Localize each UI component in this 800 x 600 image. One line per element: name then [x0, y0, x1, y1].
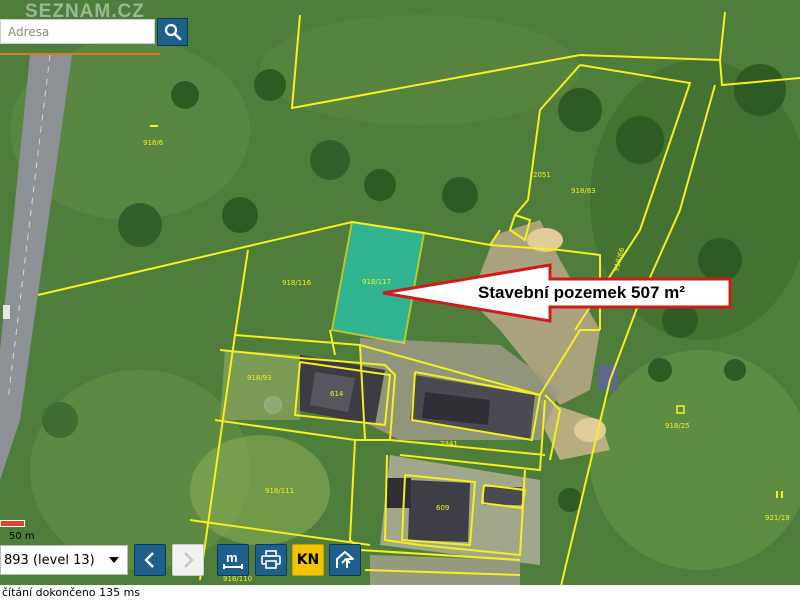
back-button[interactable] [134, 544, 166, 576]
parcel-label: 918/25 [665, 422, 690, 430]
zoom-level-value: 893 (level 13) [4, 553, 95, 568]
chevron-left-icon [144, 552, 154, 568]
parcel-label: 614 [330, 390, 344, 398]
search-underline [0, 53, 160, 55]
address-search-input[interactable]: Adresa [0, 19, 155, 44]
parcel-label: 918/6 [143, 139, 164, 147]
scale-bar [0, 520, 25, 527]
parcel-label: 918/117 [362, 278, 391, 286]
search-icon [164, 23, 181, 41]
parcel-label: 2051 [533, 171, 551, 179]
measure-icon: m [223, 550, 243, 569]
parcel-label: 918/116 [282, 279, 312, 287]
print-button[interactable] [255, 544, 287, 576]
measure-button[interactable]: m [217, 544, 249, 576]
parcel-label: 2341 [440, 440, 458, 448]
chevron-right-icon [184, 552, 194, 568]
share-icon [336, 551, 354, 568]
scale-label: 50 m [9, 531, 35, 542]
zoom-level-select[interactable]: 893 (level 13) [0, 545, 128, 575]
chevron-down-icon [109, 557, 119, 563]
parcel-label: 921/19 [765, 514, 790, 522]
search-button[interactable] [157, 18, 188, 46]
cadastre-kn-button[interactable]: KN [292, 544, 324, 576]
parcel-label: 918/83 [571, 187, 596, 195]
parcel-label: 918/110 [223, 575, 252, 583]
printer-icon [261, 550, 281, 569]
status-bar: čítání dokončeno 135 ms [0, 585, 800, 600]
share-button[interactable] [329, 544, 361, 576]
svg-text:m: m [226, 550, 238, 565]
parcel-label: 918/93 [247, 374, 272, 382]
parcel-label: 609 [436, 504, 449, 512]
plot-callout-label: Stavební pozemek 507 m² [478, 283, 685, 302]
forward-button[interactable] [172, 544, 204, 576]
parcel-label: 918/111 [265, 487, 294, 495]
